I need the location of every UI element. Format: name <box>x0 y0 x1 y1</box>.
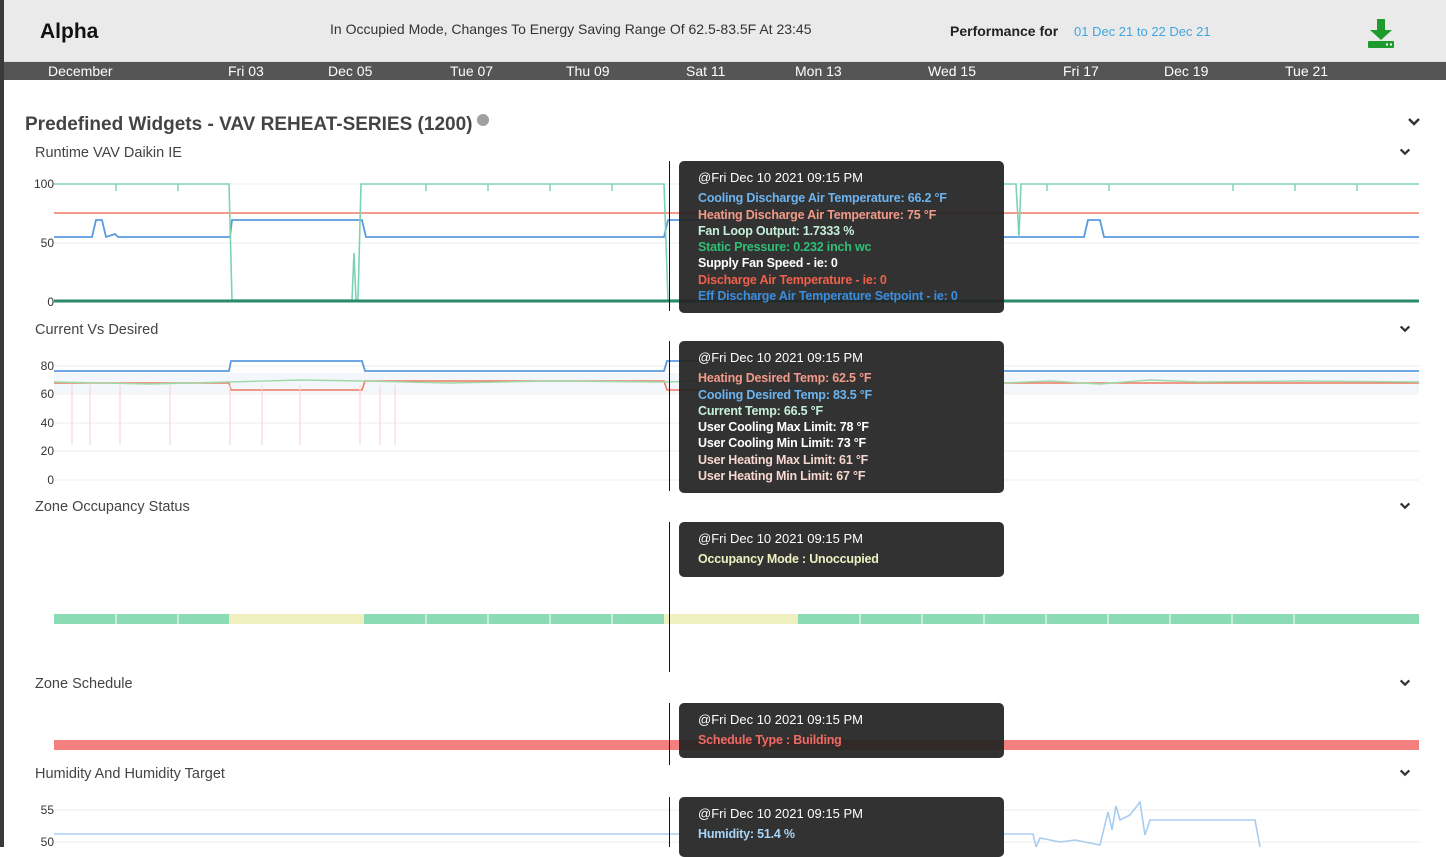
tooltip-schedule: @Fri Dec 10 2021 09:15 PM Schedule Type :… <box>679 703 1004 758</box>
tooltip-line: User Heating Max Limit: 61 °F <box>698 452 869 467</box>
tooltip-header: @Fri Dec 10 2021 09:15 PM <box>698 350 863 365</box>
tooltip-line: Fan Loop Output: 1.7333 % <box>698 223 855 238</box>
tooltip-line: Heating Discharge Air Temperature: 75 °F <box>698 207 937 222</box>
tooltip-line: Cooling Discharge Air Temperature: 66.2 … <box>698 191 947 206</box>
crosshair-line <box>669 797 670 847</box>
crosshair-line <box>669 341 670 491</box>
crosshair-line <box>669 703 670 765</box>
tooltip-line: Current Temp: 66.5 °F <box>698 403 823 418</box>
series-humidity <box>1004 800 1261 847</box>
tooltip-line: Static Pressure: 0.232 inch wc <box>698 240 872 255</box>
tooltip-current-vs-desired: @Fri Dec 10 2021 09:15 PM Heating Desired… <box>679 341 1004 493</box>
tooltip-occupancy: @Fri Dec 10 2021 09:15 PM Occupancy Mode … <box>679 522 1004 577</box>
series-cooling-dat <box>1004 219 1419 238</box>
tooltip-line: User Cooling Max Limit: 78 °F <box>698 420 869 435</box>
occupancy-segment <box>229 614 364 624</box>
tooltip-line: Eff Discharge Air Temperature Setpoint -… <box>698 289 958 304</box>
tooltip-line: Schedule Type : Building <box>698 733 842 748</box>
crosshair-line <box>669 161 670 311</box>
occupancy-segment <box>364 614 664 624</box>
series-fan-loop <box>1004 183 1419 238</box>
tooltip-line: Supply Fan Speed - ie: 0 <box>698 256 838 271</box>
series-fan-loop <box>54 183 700 301</box>
tooltip-line: User Cooling Min Limit: 73 °F <box>698 436 866 451</box>
tooltip-line: Cooling Desired Temp: 83.5 °F <box>698 387 872 402</box>
tooltip-header: @Fri Dec 10 2021 09:15 PM <box>698 806 863 821</box>
tooltip-header: @Fri Dec 10 2021 09:15 PM <box>698 170 863 185</box>
tooltip-line: Discharge Air Temperature - ie: 0 <box>698 272 887 287</box>
occupancy-segment <box>664 614 798 624</box>
tooltip-header: @Fri Dec 10 2021 09:15 PM <box>698 712 863 727</box>
series-cooling-dat <box>54 219 700 239</box>
tooltip-header: @Fri Dec 10 2021 09:15 PM <box>698 531 863 546</box>
occupancy-segment <box>54 614 229 624</box>
tooltip-line: User Heating Min Limit: 67 °F <box>698 469 866 484</box>
tooltip-line: Humidity: 51.4 % <box>698 827 795 842</box>
tooltip-humidity: @Fri Dec 10 2021 09:15 PM Humidity: 51.4 … <box>679 797 1004 857</box>
crosshair-line <box>669 522 670 672</box>
tooltip-line: Occupancy Mode : Unoccupied <box>698 552 879 567</box>
tooltip-runtime: @Fri Dec 10 2021 09:15 PM Cooling Dischar… <box>679 161 1004 313</box>
tooltip-line: Heating Desired Temp: 62.5 °F <box>698 371 872 386</box>
